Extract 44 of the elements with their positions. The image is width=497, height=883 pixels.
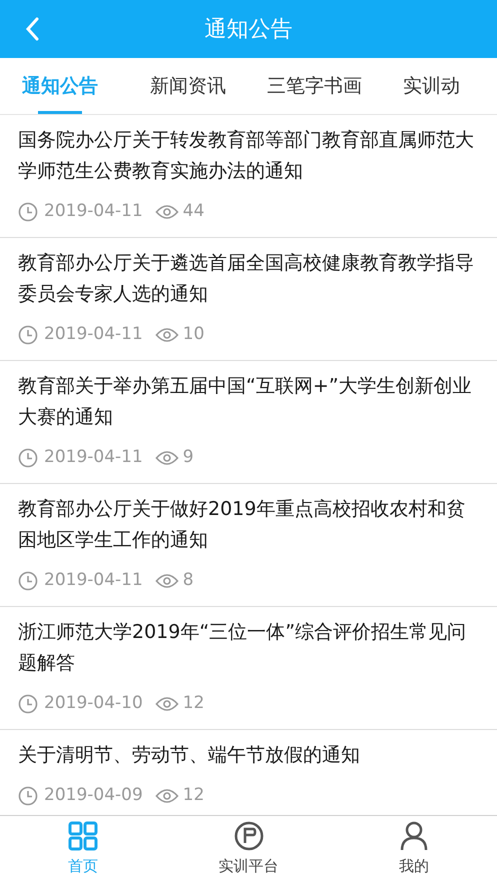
publish-date: 2019-04-10 <box>44 692 143 716</box>
eye-icon <box>154 327 179 343</box>
publish-date: 2019-04-11 <box>44 569 143 592</box>
article-title: 国务院办公厅关于转发教育部等部门教育部直属师范大学师范生公费教育实施办法的通知 <box>18 128 475 184</box>
article-item[interactable]: 国务院办公厅关于转发教育部等部门教育部直属师范大学师范生公费教育实施办法的通知 2019-04-11 44 <box>0 115 497 238</box>
article-title: 教育部办公厅关于做好2019年重点高校招收农村和贫困地区学生工作的通知 <box>18 497 466 553</box>
nav-tab[interactable]: 我的 <box>331 816 497 883</box>
tab[interactable]: 新闻资讯 <box>150 58 226 114</box>
tab[interactable]: 三笔字书画 <box>267 58 362 114</box>
clock-icon <box>18 786 38 806</box>
eye-icon <box>154 696 179 712</box>
publish-date: 2019-04-09 <box>44 784 143 808</box>
view-count: 8 <box>182 569 194 592</box>
view-count: 9 <box>182 446 194 470</box>
article-title: 浙江师范大学2019年“三位一体”综合评价招生常见问题解答 <box>18 620 468 676</box>
publish-date: 2019-04-11 <box>44 200 143 224</box>
eye-icon <box>154 573 179 589</box>
view-count: 12 <box>182 692 204 716</box>
person-icon <box>399 821 430 852</box>
back-icon <box>25 17 39 41</box>
view-count: 12 <box>182 784 204 808</box>
clock-icon <box>18 448 38 468</box>
article-item[interactable]: 教育部办公厅关于做好2019年重点高校招收农村和贫困地区学生工作的通知 2019-04-11 8 <box>0 484 497 607</box>
page-title: 通知公告 <box>204 16 292 44</box>
grid-icon <box>68 821 98 852</box>
article-item[interactable]: 浙江师范大学2019年“三位一体”综合评价招生常见问题解答 2019-04-10 12 <box>0 607 497 730</box>
publish-date: 2019-04-11 <box>44 323 143 346</box>
article-item[interactable]: 教育部关于举办第五届中国“互联网+”大学生创新创业大赛的通知 2019-04-11 9 <box>0 361 497 484</box>
article-title: 教育部关于举办第五届中国“互联网+”大学生创新创业大赛的通知 <box>18 374 473 430</box>
clock-icon <box>18 694 38 714</box>
clock-icon <box>18 571 38 591</box>
clock-icon <box>18 325 38 345</box>
article-title: 关于清明节、劳动节、端午节放假的通知 <box>18 743 361 768</box>
view-count: 44 <box>182 200 204 224</box>
nav-tab[interactable]: 实训平台 <box>166 816 332 883</box>
article-item[interactable]: 教育部办公厅关于遴选首届全国高校健康教育教学指导委员会专家人选的通知 2019-04-11 10 <box>0 238 497 361</box>
eye-icon <box>154 450 179 466</box>
article-title: 教育部办公厅关于遴选首届全国高校健康教育教学指导委员会专家人选的通知 <box>18 251 475 307</box>
tab[interactable]: 实训动 <box>403 58 460 114</box>
clock-icon <box>18 202 38 222</box>
eye-icon <box>154 788 179 804</box>
eye-icon <box>154 204 179 220</box>
view-count: 10 <box>182 323 204 346</box>
publish-date: 2019-04-11 <box>44 446 143 470</box>
